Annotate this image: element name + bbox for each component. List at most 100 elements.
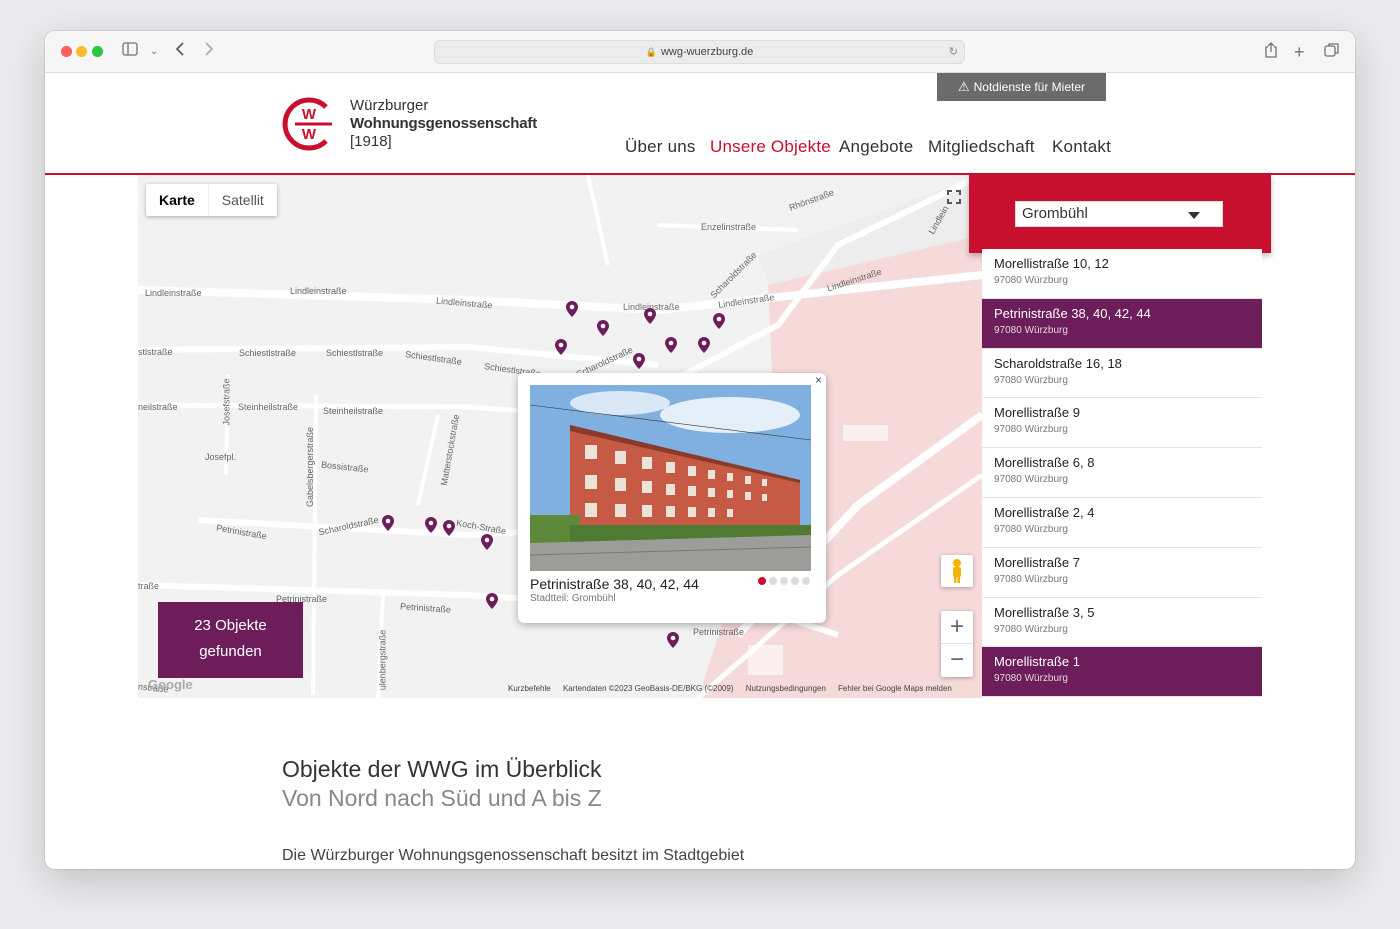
fullscreen-icon[interactable] bbox=[940, 183, 968, 211]
map-pin-icon[interactable] bbox=[644, 308, 656, 324]
nav-mitgliedschaft[interactable]: Mitgliedschaft bbox=[928, 137, 1035, 157]
section-subheading: Von Nord nach Süd und A bis Z bbox=[282, 785, 602, 811]
property-title: Morellistraße 3, 5 bbox=[994, 604, 1095, 620]
notdienst-label: Notdienste für Mieter bbox=[973, 80, 1086, 94]
share-icon[interactable] bbox=[1264, 42, 1278, 64]
property-list-item[interactable]: Petrinistraße 38, 40, 42, 44 97080 Würzbu… bbox=[982, 298, 1262, 349]
map-pin-icon[interactable] bbox=[597, 320, 609, 336]
intro-text: Die Würzburger Wohnungsgenossenschaft be… bbox=[282, 847, 745, 864]
address-bar[interactable]: 🔒 wwg-wuerzburg.de ↻ bbox=[434, 40, 965, 64]
property-city: 97080 Würzburg bbox=[994, 374, 1068, 386]
reload-icon[interactable]: ↻ bbox=[949, 41, 958, 63]
tab-overview-icon[interactable] bbox=[1324, 42, 1340, 64]
street-label: Gabelsbergerstraße bbox=[305, 426, 316, 508]
property-city: 97080 Würzburg bbox=[994, 324, 1068, 336]
wwg-logo-icon[interactable]: W W bbox=[282, 97, 336, 151]
forward-arrow-icon[interactable] bbox=[204, 42, 214, 62]
section-heading: Objekte der WWG im Überblick bbox=[282, 756, 602, 782]
pagination-dot[interactable] bbox=[769, 577, 777, 585]
property-title: Morellistraße 9 bbox=[994, 405, 1080, 421]
chevron-down-icon bbox=[1188, 212, 1200, 219]
pagination-dot[interactable] bbox=[791, 577, 799, 585]
zoom-in-button[interactable]: + bbox=[941, 611, 973, 644]
property-list: Morellistraße 10, 12 97080 Würzburg Petri… bbox=[982, 249, 1262, 698]
zoom-out-button[interactable]: − bbox=[941, 644, 973, 677]
objects-found-label: gefunden bbox=[199, 643, 262, 660]
property-list-item[interactable]: Morellistraße 10, 12 97080 Würzburg bbox=[982, 249, 1262, 299]
map-area[interactable]: Lindleinstraße Lindleinstraße Lindleinst… bbox=[138, 175, 982, 698]
map-type-satellit-button[interactable]: Satellit bbox=[209, 184, 277, 216]
property-title: Morellistraße 10, 12 bbox=[994, 256, 1109, 271]
map-pin-icon[interactable] bbox=[425, 517, 437, 533]
map-pin-icon[interactable] bbox=[555, 339, 567, 355]
objects-found-count: 23 Objekte bbox=[194, 617, 267, 634]
objects-found-box: 23 Objekte gefunden bbox=[158, 602, 303, 678]
street-label: Josefpl. bbox=[205, 452, 237, 462]
nav-kontakt[interactable]: Kontakt bbox=[1052, 137, 1111, 157]
property-title: Morellistraße 1 bbox=[994, 654, 1080, 670]
pagination-dot[interactable] bbox=[780, 577, 788, 585]
property-popup[interactable]: × Petrinistraße 38, 40, 42, 44 Stadtteil… bbox=[518, 373, 826, 623]
property-city: 97080 Würzburg bbox=[994, 474, 1068, 486]
map-attribution: Kurzbefehle Kartendaten ©2023 GeoBasis-D… bbox=[508, 684, 962, 693]
property-list-item[interactable]: Morellistraße 1 97080 Würzburg bbox=[982, 647, 1262, 698]
property-list-item[interactable]: Morellistraße 3, 5 97080 Würzburg bbox=[982, 597, 1262, 648]
chevron-down-icon[interactable]: ⌄ bbox=[150, 42, 158, 62]
brand-name[interactable]: Würzburger Wohnungsgenossenschaft [1918] bbox=[350, 97, 537, 151]
zoom-window-button[interactable] bbox=[92, 46, 103, 57]
browser-titlebar: ⌄ 🔒 wwg-wuerzburg.de ↻ + bbox=[45, 31, 1355, 73]
nav-angebote[interactable]: Angebote bbox=[839, 137, 913, 157]
pagination-dot[interactable] bbox=[758, 577, 766, 585]
street-view-pegman-icon[interactable] bbox=[941, 555, 973, 587]
brand-line-2: Wohnungsgenossenschaft bbox=[350, 115, 538, 132]
street-label: stlstraße bbox=[138, 347, 173, 357]
street-label: neilstraße bbox=[138, 402, 178, 412]
street-label: Enzelinstraße bbox=[701, 222, 757, 232]
nav-unsere-objekte[interactable]: Unsere Objekte bbox=[710, 137, 831, 157]
fehler-melden-link[interactable]: Fehler bei Google Maps melden bbox=[838, 684, 952, 693]
popup-subtitle: Stadtteil: Grombühl bbox=[530, 593, 616, 604]
nav-ueber-uns[interactable]: Über uns bbox=[625, 137, 696, 157]
kurzbefehle-link[interactable]: Kurzbefehle bbox=[508, 684, 551, 693]
close-window-button[interactable] bbox=[61, 46, 72, 57]
notdienst-button[interactable]: ⚠ Notdienste für Mieter bbox=[937, 73, 1106, 101]
property-city: 97080 Würzburg bbox=[994, 275, 1068, 286]
nutzungsbedingungen-link[interactable]: Nutzungsbedingungen bbox=[746, 684, 826, 693]
new-tab-icon[interactable]: + bbox=[1294, 42, 1305, 62]
property-list-item[interactable]: Morellistraße 9 97080 Würzburg bbox=[982, 398, 1262, 449]
url-text: wwg-wuerzburg.de bbox=[660, 46, 754, 58]
map-pin-icon[interactable] bbox=[667, 632, 679, 648]
property-title: Morellistraße 6, 8 bbox=[994, 455, 1095, 471]
brand-line-1: Würzburger bbox=[350, 97, 429, 114]
map-pin-icon[interactable] bbox=[698, 337, 710, 353]
web-page: ⚠ Notdienste für Mieter W W Würzburger Wo… bbox=[45, 73, 1355, 869]
district-select[interactable]: Grombühl bbox=[1015, 201, 1223, 227]
property-list-item[interactable]: Morellistraße 7 97080 Würzburg bbox=[982, 547, 1262, 598]
map-type-karte-button[interactable]: Karte bbox=[146, 184, 209, 216]
property-list-item[interactable]: Scharoldstraße 16, 18 97080 Würzburg bbox=[982, 348, 1262, 399]
map-pin-icon[interactable] bbox=[713, 313, 725, 329]
map-pin-icon[interactable] bbox=[486, 593, 498, 609]
browser-window: ⌄ 🔒 wwg-wuerzburg.de ↻ + ⚠ Notdienste für … bbox=[45, 31, 1355, 869]
map-pin-icon[interactable] bbox=[633, 353, 645, 369]
property-city: 97080 Würzburg bbox=[994, 424, 1068, 436]
lock-icon: 🔒 bbox=[645, 47, 657, 57]
property-list-item[interactable]: Morellistraße 6, 8 97080 Würzburg bbox=[982, 448, 1262, 498]
map-pin-icon[interactable] bbox=[382, 515, 394, 531]
minimize-window-button[interactable] bbox=[76, 46, 87, 57]
back-arrow-icon[interactable] bbox=[175, 42, 185, 62]
photo-pagination bbox=[758, 577, 810, 585]
pagination-dot[interactable] bbox=[802, 577, 810, 585]
map-pin-icon[interactable] bbox=[566, 301, 578, 317]
sidebar-icon[interactable] bbox=[122, 42, 138, 62]
property-city: 97080 Würzburg bbox=[994, 673, 1068, 685]
map-pin-icon[interactable] bbox=[443, 520, 455, 536]
district-selected-value: Grombühl bbox=[1022, 205, 1088, 222]
property-city: 97080 Würzburg bbox=[994, 623, 1068, 635]
close-icon[interactable]: × bbox=[815, 373, 822, 387]
street-label: Schiestlstraße bbox=[239, 348, 297, 358]
map-pin-icon[interactable] bbox=[481, 534, 493, 550]
property-photo bbox=[530, 385, 811, 571]
property-list-item[interactable]: Morellistraße 2, 4 97080 Würzburg bbox=[982, 497, 1262, 548]
map-pin-icon[interactable] bbox=[665, 337, 677, 353]
